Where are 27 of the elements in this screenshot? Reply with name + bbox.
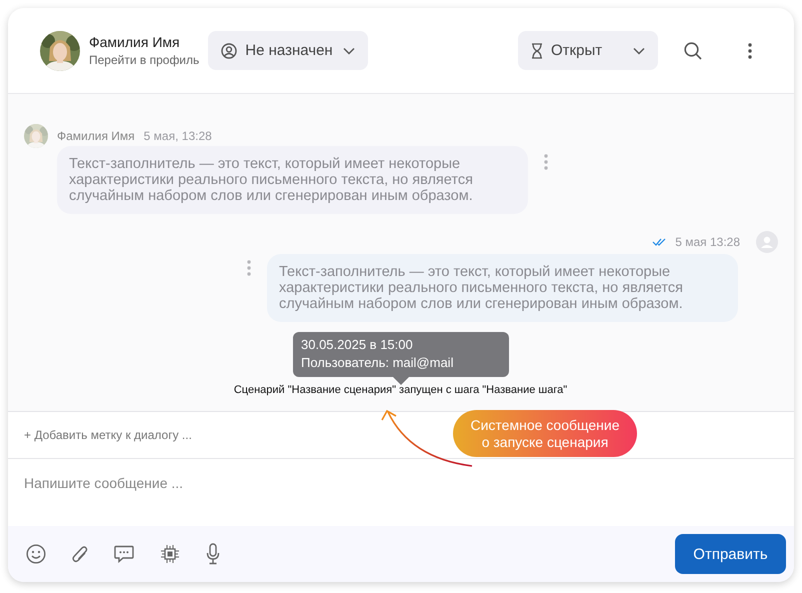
- microphone-icon[interactable]: [206, 543, 220, 565]
- user-icon: [221, 42, 238, 58]
- user-name: Фамилия Имя: [89, 34, 181, 50]
- tooltip: 30.05.2025 в 15:00 Пользователь: mail@mail: [293, 332, 509, 385]
- message-bubble: Текст-заполнитель — это текст, который имеет некоторые характеристики реального письменного текста, но является случайным набором слов или сгенерирован иным образом.: [57, 146, 528, 214]
- chevron-down-icon: [633, 46, 645, 54]
- chat-bubble-icon[interactable]: [114, 545, 134, 563]
- avatar-icon: [756, 231, 778, 253]
- chip-icon[interactable]: [159, 543, 181, 565]
- message-time: 5 мая 13:28: [675, 235, 740, 249]
- paperclip-icon[interactable]: [71, 544, 89, 564]
- system-message: Сценарий "Название сценария" запущен с шага "Название шага": [234, 384, 568, 396]
- send-button[interactable]: Отправить: [675, 534, 786, 574]
- add-tag-link[interactable]: + Добавить метку к диалогу ...: [24, 428, 192, 442]
- annotation-callout: Системное сообщение о запуске сценария: [453, 410, 637, 457]
- more-icon[interactable]: [748, 42, 752, 58]
- emoji-icon[interactable]: [26, 544, 46, 564]
- status-dropdown[interactable]: Открыт: [518, 31, 658, 70]
- author-name: Фамилия Имя: [57, 129, 135, 143]
- chevron-down-icon: [343, 46, 356, 54]
- message-input[interactable]: Напишите сообщение ...: [24, 475, 778, 491]
- message-time: 5 мая, 13:28: [144, 129, 212, 143]
- profile-link[interactable]: Перейти в профиль: [89, 53, 200, 67]
- assignee-dropdown[interactable]: Не назначен: [208, 31, 368, 70]
- hourglass-icon: [531, 42, 543, 58]
- message-bubble: Текст-заполнитель — это текст, который имеет некоторые характеристики реального письменного текста, но является случайным набором слов или сгенерирован иным образом.: [267, 254, 738, 322]
- search-icon[interactable]: [684, 42, 702, 60]
